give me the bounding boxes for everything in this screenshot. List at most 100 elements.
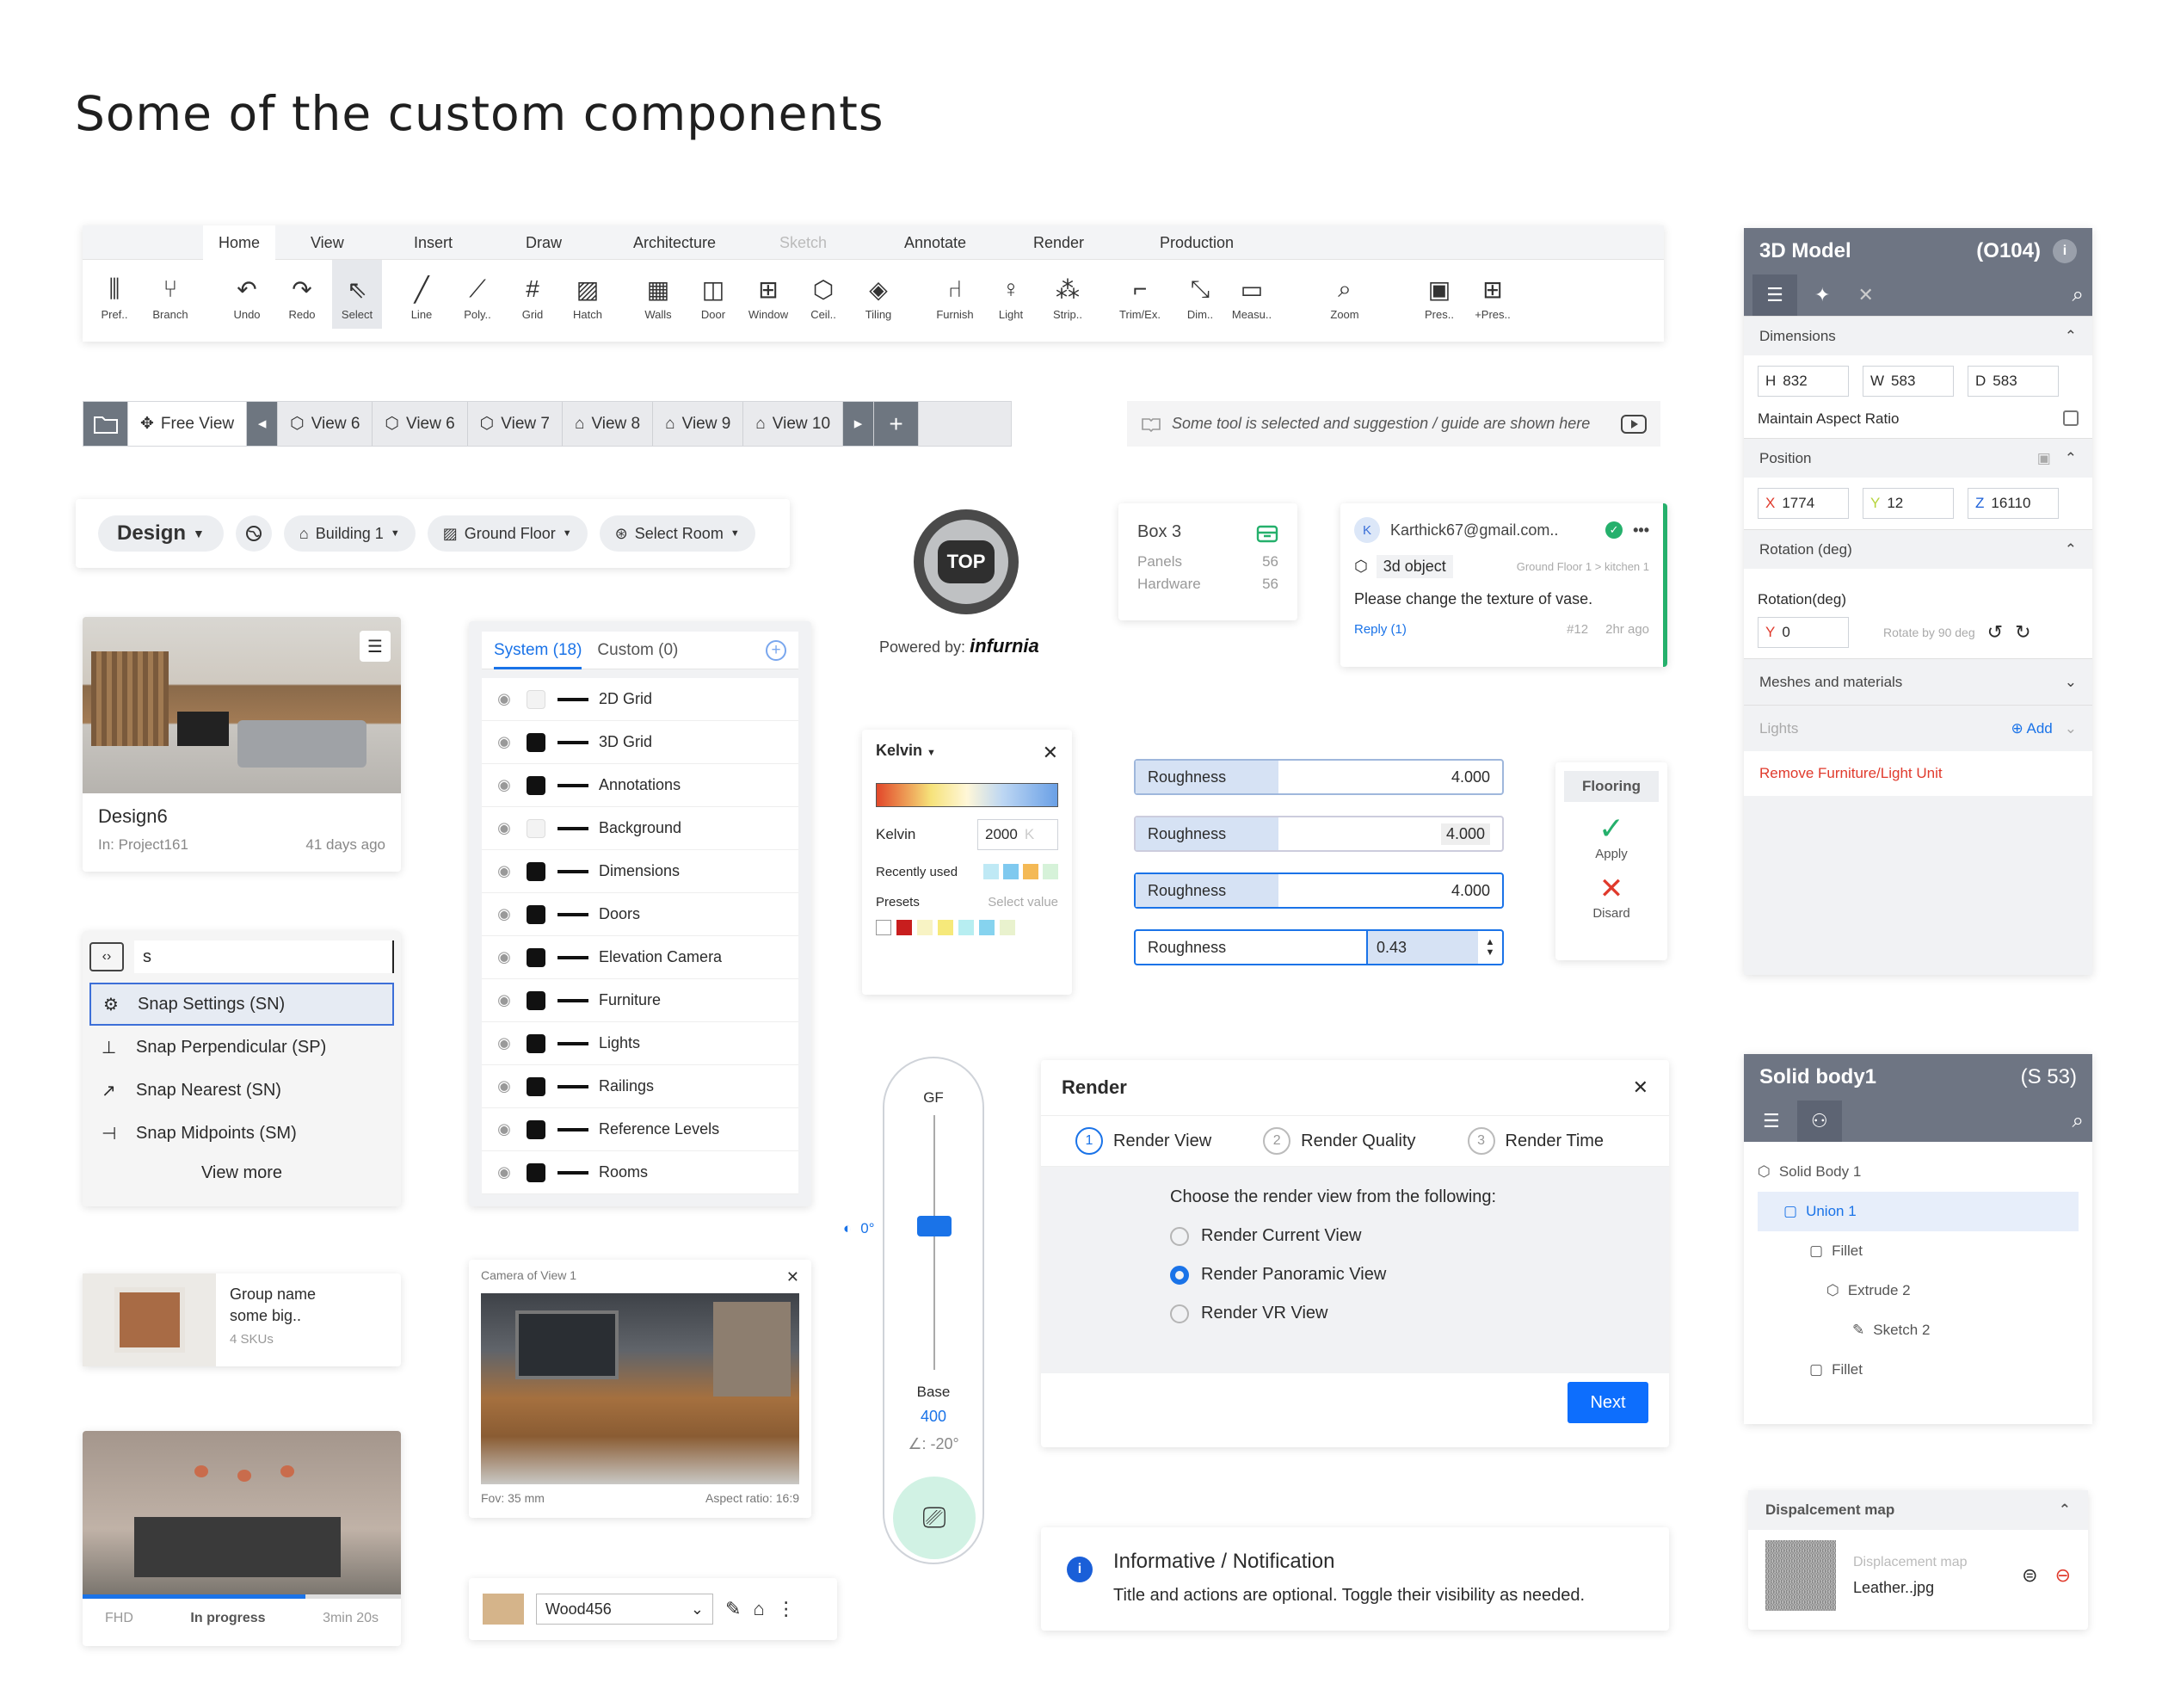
group-card[interactable]: Group name some big.. 4 SKUs bbox=[83, 1273, 401, 1366]
tool-measu[interactable]: ▭ Measu.. bbox=[1227, 270, 1277, 322]
layer-row[interactable]: ◉ 2D Grid bbox=[482, 678, 798, 721]
layer-color-swatch[interactable] bbox=[527, 689, 545, 709]
tree-node[interactable]: ⬡ Extrude 2 bbox=[1758, 1271, 2079, 1310]
tool-zoom[interactable]: ⌕ Zoom bbox=[1320, 270, 1370, 322]
tool-door[interactable]: ◫ Door bbox=[688, 270, 738, 322]
layer-row[interactable]: ◉ Annotations bbox=[482, 764, 798, 807]
eye-icon[interactable]: ◉ bbox=[482, 1034, 527, 1052]
eye-icon[interactable]: ◉ bbox=[482, 733, 527, 751]
layer-row[interactable]: ◉ Background bbox=[482, 807, 798, 850]
recent-color-swatch[interactable] bbox=[1003, 864, 1019, 879]
tool-undo[interactable]: ↶ Undo bbox=[222, 270, 272, 322]
apply-button[interactable]: ✓ Apply bbox=[1555, 811, 1667, 861]
properties-icon[interactable]: ☰ bbox=[1752, 274, 1797, 316]
close-icon[interactable]: ✕ bbox=[786, 1268, 799, 1286]
tool-walls[interactable]: ▦ Walls bbox=[633, 270, 683, 322]
elevation-slider[interactable]: GF Base 400 ∠: -20° ⎚ bbox=[883, 1057, 984, 1564]
kebab-menu-icon[interactable]: ⋮ bbox=[777, 1598, 796, 1620]
tool-light[interactable]: ♀ Light bbox=[986, 270, 1036, 321]
tool-strip[interactable]: ⁂ Strip.. bbox=[1043, 270, 1093, 322]
layer-color-swatch[interactable] bbox=[527, 1033, 545, 1053]
ribbon-tab[interactable]: Draw bbox=[526, 234, 562, 252]
layer-color-swatch[interactable] bbox=[527, 818, 545, 838]
roughness-slider-1[interactable]: Roughness 4.000 bbox=[1134, 759, 1504, 795]
snap-option[interactable]: ⊣ Snap Midpoints (SM) bbox=[89, 1112, 394, 1155]
height-input[interactable]: H 832 bbox=[1758, 366, 1849, 397]
code-icon[interactable]: ‹› bbox=[89, 942, 124, 971]
tool-line[interactable]: ╱ Line bbox=[397, 270, 447, 322]
layer-color-swatch[interactable] bbox=[527, 1119, 545, 1139]
render-progress-card[interactable]: FHD In progress 3min 20s bbox=[83, 1431, 401, 1646]
tab-view[interactable]: ⬡ View 6 bbox=[278, 402, 373, 446]
tool-trimex[interactable]: ⌐ Trim/Ex. bbox=[1115, 270, 1165, 321]
width-input[interactable]: W 583 bbox=[1863, 366, 1954, 397]
layer-color-swatch[interactable] bbox=[527, 947, 545, 967]
snap-option[interactable]: ⚙ Snap Settings (SN) bbox=[89, 983, 394, 1026]
render-option[interactable]: Render VR View bbox=[1170, 1304, 1669, 1323]
info-icon[interactable]: i bbox=[2053, 239, 2077, 263]
eye-icon[interactable]: ◉ bbox=[482, 905, 527, 923]
hierarchy-icon[interactable]: ⚇ bbox=[1796, 1101, 1842, 1142]
add-preset-icon[interactable] bbox=[876, 920, 891, 935]
recent-color-swatch[interactable] bbox=[1023, 864, 1038, 879]
properties-icon[interactable]: ☰ bbox=[1752, 1110, 1790, 1132]
next-button[interactable]: Next bbox=[1568, 1382, 1648, 1423]
add-circle-icon[interactable]: + bbox=[766, 639, 786, 661]
chevron-up-icon[interactable]: ⌃ bbox=[2059, 1501, 2071, 1519]
preset-color-swatch[interactable] bbox=[896, 920, 912, 935]
close-icon[interactable]: ✕ bbox=[1043, 742, 1058, 764]
layer-row[interactable]: ◉ Lights bbox=[482, 1022, 798, 1065]
globe-button[interactable] bbox=[235, 515, 272, 552]
roughness-slider-3[interactable]: Roughness 4.000 bbox=[1134, 872, 1504, 909]
kelvin-gradient-slider[interactable] bbox=[876, 783, 1058, 807]
close-icon[interactable]: ✕ bbox=[1633, 1076, 1648, 1099]
tool-redo[interactable]: ↷ Redo bbox=[277, 270, 327, 322]
chevron-up-icon[interactable]: ⌃ bbox=[2065, 328, 2077, 345]
design-card[interactable]: ☰ Design6 In: Project161 41 days ago bbox=[83, 617, 401, 872]
layer-row[interactable]: ◉ Rooms bbox=[482, 1151, 798, 1194]
view-cube-compass[interactable]: TOP bbox=[914, 509, 1019, 614]
tab-view[interactable]: ⌂ View 8 bbox=[563, 402, 654, 446]
tool-furnish[interactable]: ⑁ Furnish bbox=[930, 270, 980, 321]
search-input[interactable]: s bbox=[134, 940, 394, 973]
discard-button[interactable]: ✕ Disard bbox=[1555, 872, 1667, 921]
preset-color-swatch[interactable] bbox=[938, 920, 953, 935]
kelvin-input[interactable]: 2000 K bbox=[977, 819, 1058, 850]
tool-pres[interactable]: ▣ Pres.. bbox=[1414, 270, 1464, 322]
ribbon-tab[interactable]: Production bbox=[1160, 234, 1234, 252]
more-icon[interactable]: ••• bbox=[1633, 521, 1649, 540]
tab-custom[interactable]: Custom (0) bbox=[597, 641, 678, 660]
tool-tiling[interactable]: ◈ Tiling bbox=[853, 270, 903, 322]
rotate-ccw-icon[interactable]: ↺ bbox=[1987, 621, 2003, 644]
swap-icon[interactable]: ⊜ bbox=[2022, 1564, 2037, 1587]
tool-dim[interactable]: ⤡ Dim.. bbox=[1175, 270, 1225, 322]
layer-color-swatch[interactable] bbox=[527, 861, 545, 881]
z-input[interactable]: Z 16110 bbox=[1968, 488, 2059, 519]
camera-handle-icon[interactable] bbox=[917, 1216, 952, 1236]
camera-toggle-button[interactable]: ⎚ bbox=[893, 1477, 976, 1559]
eye-icon[interactable]: ◉ bbox=[482, 862, 527, 880]
tools-icon[interactable]: ✕ bbox=[1847, 284, 1883, 306]
ribbon-tab[interactable]: Home bbox=[203, 225, 276, 260]
tab-system[interactable]: System (18) bbox=[494, 641, 582, 669]
ribbon-tab[interactable]: Annotate bbox=[904, 234, 966, 252]
remove-unit-link[interactable]: Remove Furniture/Light Unit bbox=[1744, 751, 2092, 796]
render-step[interactable]: 3 Render Time bbox=[1467, 1127, 1604, 1155]
stepper-arrows-icon[interactable]: ▲ ▼ bbox=[1478, 937, 1502, 958]
recent-color-swatch[interactable] bbox=[1043, 864, 1058, 879]
preset-color-swatch[interactable] bbox=[1000, 920, 1015, 935]
layer-row[interactable]: ◉ Dimensions bbox=[482, 850, 798, 893]
tree-node[interactable]: ▢ Union 1 bbox=[1758, 1192, 2079, 1231]
tree-node[interactable]: ⬡ Solid Body 1 bbox=[1758, 1152, 2079, 1192]
roughness-stepper[interactable]: Roughness 0.43 ▲ ▼ bbox=[1134, 929, 1504, 965]
scroll-left-button[interactable]: ◂ bbox=[247, 402, 279, 446]
layer-color-swatch[interactable] bbox=[527, 904, 545, 924]
eye-icon[interactable]: ◉ bbox=[482, 1120, 527, 1138]
material-dropdown[interactable]: Wood456 ⌄ bbox=[536, 1594, 713, 1625]
tab-view[interactable]: ⬡ View 6 bbox=[373, 402, 468, 446]
radio-button[interactable] bbox=[1170, 1226, 1189, 1246]
eye-off-icon[interactable]: ◉ bbox=[482, 690, 527, 708]
lock-icon[interactable]: ▣ bbox=[2037, 450, 2051, 467]
tool-branch[interactable]: ⑂ Branch bbox=[145, 270, 195, 321]
tab-view[interactable]: ⌂ View 9 bbox=[653, 402, 744, 446]
